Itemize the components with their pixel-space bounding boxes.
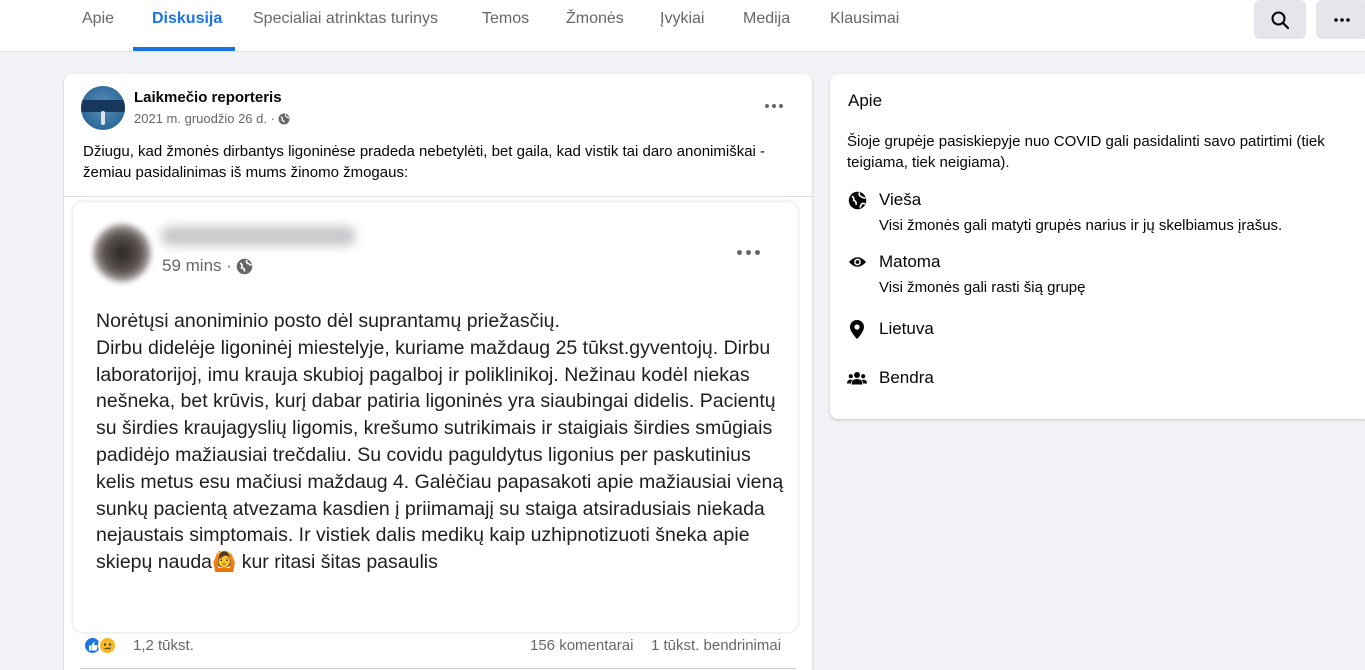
post-meta: 2021 m. gruodžio 26 d. · [134,111,290,126]
more-horizontal-icon [1334,17,1350,22]
about-description: Šioje grupėje pasiskiepyje nuo COVID gal… [847,133,1325,171]
tab-diskusija[interactable]: Diskusija [152,0,222,52]
screenshot-text-end: kur ritasi šitas pasaulis [236,551,438,574]
search-button[interactable] [1254,0,1306,39]
group-avatar[interactable] [81,86,125,130]
globe-icon [236,258,253,274]
about-title: Apie [848,91,883,110]
about-item-desc-visible: Visi žmonės gali rasti šią grupę [879,279,1086,296]
divider [64,196,812,197]
sad-icon [98,636,117,655]
feed-post: Laikmečio reporteris 2021 m. gruodžio 26… [64,74,812,670]
share-count[interactable]: 1 tūkst. bendrinimai [651,637,781,654]
reaction-icons[interactable] [83,636,117,655]
divider [80,668,796,669]
screenshot-post-time: 59 mins · [162,256,232,275]
blurred-name [161,226,356,246]
tab-apie[interactable]: Apie [82,0,114,52]
active-tab-indicator [133,47,235,51]
reaction-count[interactable]: 1,2 tūkst. [133,637,194,654]
post-text: Džiugu, kad žmonės dirbantys ligoninėse … [83,143,766,181]
group-tab-bar: Apie Diskusija Specialiai atrinktas turi… [0,0,1365,52]
location-pin-icon [847,319,867,339]
more-options-button[interactable] [1316,0,1365,39]
about-item-title-location: Lietuva [879,319,934,338]
post-date[interactable]: 2021 m. gruodžio 26 d. · [134,111,275,126]
globe-icon [847,190,867,210]
tab-specialiai-atrinktas-turinys[interactable]: Specialiai atrinktas turinys [253,0,438,52]
screenshot-post-text: Norėtųsi anoniminio posto dėl suprantamų… [96,308,786,576]
tab-medija[interactable]: Medija [743,0,790,52]
about-item-desc-public: Visi žmonės gali matyti grupės narius ir… [879,217,1283,234]
post-options-button[interactable] [756,88,792,124]
search-icon [1271,11,1290,29]
about-item-title-public: Vieša [879,190,922,209]
shared-screenshot-image[interactable]: 59 mins · Norėtųsi anoniminio posto dėl … [73,202,798,632]
people-icon [847,368,867,388]
tab-temos[interactable]: Temos [482,0,529,52]
about-item-title-visible: Matoma [879,252,941,271]
tab-ivykiai[interactable]: Įvykiai [660,0,704,52]
globe-icon [278,113,290,124]
screenshot-post-meta: 59 mins · [162,256,253,276]
tab-zmones[interactable]: Žmonės [566,0,624,52]
about-card: Apie Šioje grupėje pasiskiepyje nuo COVI… [830,74,1365,419]
eye-icon [847,252,867,272]
screenshot-text-body: Norėtųsi anoniminio posto dėl suprantamų… [96,310,784,574]
about-item-title-general: Bendra [879,368,934,387]
tab-klausimai[interactable]: Klausimai [830,0,899,52]
screenshot-options-icon [730,234,766,270]
comment-count[interactable]: 156 komentarai [530,637,633,654]
person-gesturing-emoji: 🙆 [212,551,237,574]
blurred-avatar [93,224,151,282]
post-author[interactable]: Laikmečio reporteris [134,89,282,106]
